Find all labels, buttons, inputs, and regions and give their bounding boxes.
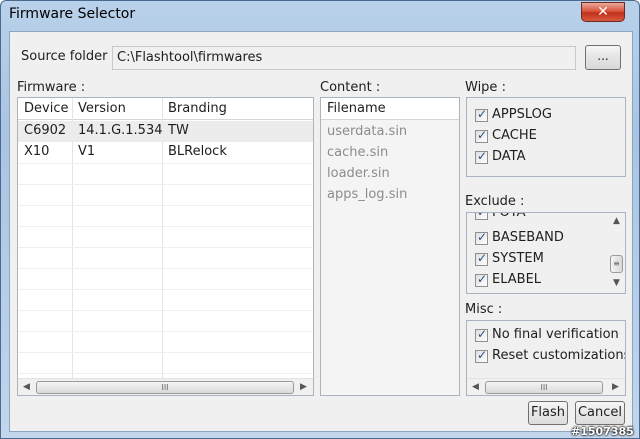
scroll-right-icon[interactable]: ▶ [295, 379, 312, 395]
firmware-table-header: Device Version Branding [18, 98, 313, 120]
table-row[interactable]: C6902 14.1.G.1.534 TW [18, 121, 313, 142]
row-divider [18, 352, 313, 353]
column-header-version[interactable]: Version [78, 101, 126, 116]
scrollbar-thumb[interactable]: ≡ [610, 255, 623, 273]
misc-label: Misc : [465, 302, 503, 317]
row-divider [18, 268, 313, 269]
misc-horizontal-scrollbar[interactable]: ◀ III ▶ [467, 378, 625, 395]
scroll-left-icon[interactable]: ◀ [467, 379, 484, 395]
filename-column-header[interactable]: Filename [327, 101, 386, 116]
row-divider [18, 247, 313, 248]
firmware-label: Firmware : [17, 80, 86, 95]
content-label: Content : [320, 80, 381, 95]
firmware-table: Device Version Branding C6902 14.1.G.1.5… [17, 97, 314, 396]
checkbox-label: SYSTEM [492, 251, 544, 266]
row-divider [18, 331, 313, 332]
checkbox-checked-icon[interactable] [475, 213, 488, 220]
checkbox-checked-icon[interactable] [475, 348, 488, 363]
source-folder-field[interactable]: C:\Flashtool\firmwares [112, 46, 576, 70]
cell-device: X10 [24, 144, 50, 159]
checkbox-label: No final verification [492, 327, 619, 342]
checkbox-checked-icon[interactable] [475, 128, 488, 143]
row-divider [18, 373, 313, 374]
cancel-button[interactable]: Cancel [575, 401, 625, 425]
list-item[interactable]: cache.sin [327, 145, 388, 160]
firmware-selector-window: Firmware Selector ✕ Source folder C:\Fla… [0, 0, 640, 439]
flash-button[interactable]: Flash [528, 401, 568, 425]
cell-branding: BLRelock [168, 144, 227, 159]
column-header-device[interactable]: Device [24, 101, 68, 116]
exclude-vertical-scrollbar[interactable]: ▲ ≡ ▼ [608, 213, 625, 293]
wipe-label: Wipe : [465, 80, 506, 95]
checkbox-label: CACHE [492, 128, 537, 143]
source-folder-label: Source folder [21, 49, 108, 64]
table-row[interactable]: X10 V1 BLRelock [18, 142, 313, 163]
dialog-client-area: Source folder C:\Flashtool\firmwares ...… [9, 31, 633, 432]
content-list-header: Filename [321, 98, 459, 120]
watermark: #1507385 [571, 425, 634, 438]
scroll-down-icon[interactable]: ▼ [608, 275, 625, 292]
window-title: Firmware Selector [9, 6, 136, 22]
list-item[interactable]: userdata.sin [327, 124, 407, 139]
cell-branding: TW [168, 123, 189, 138]
firmware-horizontal-scrollbar[interactable]: ◀ III ▶ [18, 378, 313, 395]
row-divider [18, 163, 313, 164]
checkbox-checked-icon[interactable] [475, 230, 488, 245]
cell-version: 14.1.G.1.534 [78, 123, 163, 138]
checkbox-label: Reset customizations [492, 348, 626, 363]
checkbox-checked-icon[interactable] [475, 149, 488, 164]
wipe-group: APPSLOG CACHE DATA [466, 97, 626, 177]
checkbox-label: APPSLOG [492, 107, 552, 122]
content-list: Filename userdata.sin cache.sin loader.s… [320, 97, 460, 396]
checkbox-label: ELABEL [492, 272, 542, 287]
scrollbar-thumb[interactable]: III [36, 381, 294, 394]
misc-group: No final verification Reset customizatio… [466, 320, 626, 396]
close-button[interactable]: ✕ [581, 2, 625, 22]
row-divider [18, 184, 313, 185]
browse-button[interactable]: ... [585, 45, 621, 70]
column-header-branding[interactable]: Branding [168, 101, 227, 116]
close-icon: ✕ [597, 4, 609, 20]
checkbox-label: DATA [492, 149, 526, 164]
scroll-left-icon[interactable]: ◀ [18, 379, 35, 395]
scrollbar-thumb[interactable]: III [485, 381, 603, 394]
row-divider [18, 205, 313, 206]
checkbox-checked-icon[interactable] [475, 327, 488, 342]
title-bar[interactable]: Firmware Selector ✕ [1, 1, 639, 31]
checkbox-checked-icon[interactable] [475, 251, 488, 266]
row-divider [18, 310, 313, 311]
list-item[interactable]: loader.sin [327, 166, 390, 181]
checkbox-label: FOTA [492, 212, 526, 220]
scroll-up-icon[interactable]: ▲ [608, 213, 625, 230]
cell-version: V1 [78, 144, 96, 159]
checkbox-checked-icon[interactable] [475, 107, 488, 122]
cell-device: C6902 [24, 123, 67, 138]
exclude-label: Exclude : [465, 194, 525, 209]
row-divider [18, 289, 313, 290]
exclude-group: FOTA BASEBAND SYSTEM ELABEL ▲ ≡ ▼ [466, 212, 626, 294]
checkbox-label: BASEBAND [492, 230, 564, 245]
scroll-right-icon[interactable]: ▶ [607, 379, 624, 395]
row-divider [18, 226, 313, 227]
checkbox-checked-icon[interactable] [475, 272, 488, 287]
list-item[interactable]: apps_log.sin [327, 187, 407, 202]
